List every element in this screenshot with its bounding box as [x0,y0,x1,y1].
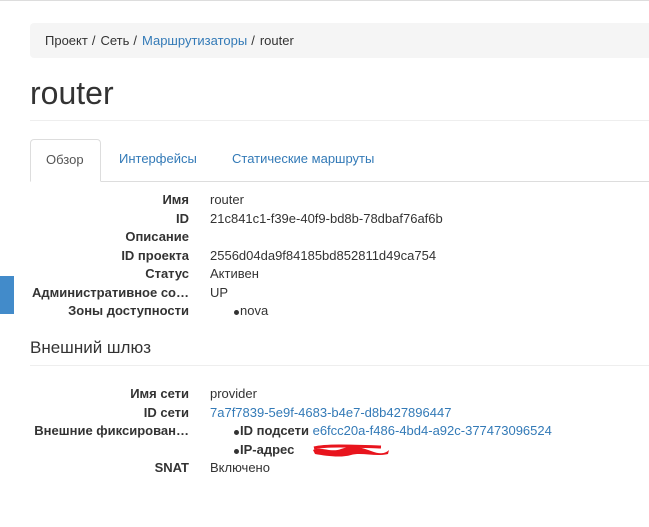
detail-label: Статус [145,266,189,281]
page-title: router [30,75,114,111]
detail-label: ID сети [143,404,189,420]
detail-row-name: Имя router [0,191,649,210]
detail-label: SNAT [154,460,189,475]
breadcrumb-separator: / [251,33,255,48]
detail-label: Имя сети [130,386,189,401]
list-item: ID подсети e6fcc20a-f486-4bd4-a92c-37747… [210,422,552,441]
availability-zone-value: nova [240,303,269,318]
detail-value: 2556d04da9f84185bd852811d49ca754 [210,247,437,263]
detail-value: nova [210,302,268,321]
breadcrumb-separator: / [91,33,96,48]
network-id-link[interactable]: 7a7f7839-5e9f-4683-b4e7-d8b427896447 [210,405,451,420]
detail-label: Имя [162,192,189,207]
detail-value: provider [210,386,257,401]
detail-value: UP [210,284,229,300]
section-divider [30,365,649,366]
breadcrumb-project: Проект [45,33,88,48]
ip-address-label: IP-адрес [240,441,295,457]
top-divider [0,0,649,6]
breadcrumb: Проект / Сеть / Маршрутизаторы / router [30,23,649,58]
detail-label: Зоны доступности [68,303,189,318]
detail-label: Внешние фиксирован… [34,423,189,438]
list-item: nova [210,302,268,321]
detail-value: Включено [210,460,270,475]
detail-row-id: ID 21c841c1-f39e-40f9-bd8b-78dbaf76af6b [0,210,649,229]
detail-label: Описание [125,229,189,244]
overview-details: Имя router ID 21c841c1-f39e-40f9-bd8b-78… [0,191,649,321]
breadcrumb-separator: / [133,33,137,48]
tab-interfaces[interactable]: Интерфейсы [104,139,212,181]
detail-row-admin-state: Административное со… UP [0,284,649,303]
detail-row-status: Статус Активен [0,265,649,284]
subnet-id-link[interactable]: e6fcc20a-f486-4bd4-a92c-377473096524 [313,423,552,438]
detail-row-availability-zones: Зоны доступности nova [0,302,649,321]
section-title-external-gateway: Внешний шлюз [30,338,152,357]
page: Проект / Сеть / Маршрутизаторы / router router… [0,0,649,527]
tab-bar: Обзор Интерфейсы Статические маршруты [30,139,649,182]
breadcrumb-current: router [259,33,294,48]
title-divider [30,120,649,121]
breadcrumb-routers-link[interactable]: Маршрутизаторы [142,33,247,48]
detail-row-description: Описание [0,228,649,247]
tab-overview[interactable]: Обзор [30,139,101,182]
detail-row-snat: SNAT Включено [0,459,649,478]
tab-static-routes[interactable]: Статические маршруты [217,139,389,181]
redaction-scribble [313,444,389,457]
availability-zone-list: nova [210,302,268,321]
detail-label: Административное со… [31,284,189,300]
detail-label: ID [176,210,189,226]
subnet-id-label: ID подсети [240,423,309,438]
detail-value: Активен [210,266,259,281]
detail-value: router [210,192,244,207]
breadcrumb-network: Сеть [100,33,130,48]
detail-row-network-name: Имя сети provider [0,385,649,404]
detail-row-network-id: ID сети 7a7f7839-5e9f-4683-b4e7-d8b42789… [0,404,649,423]
detail-row-project-id: ID проекта 2556d04da9f84185bd852811d49ca… [0,247,649,266]
detail-value: 21c841c1-f39e-40f9-bd8b-78dbaf76af6b [210,210,443,226]
detail-label: ID проекта [121,247,189,263]
gateway-details: Имя сети provider ID сети 7a7f7839-5e9f-… [0,385,649,478]
